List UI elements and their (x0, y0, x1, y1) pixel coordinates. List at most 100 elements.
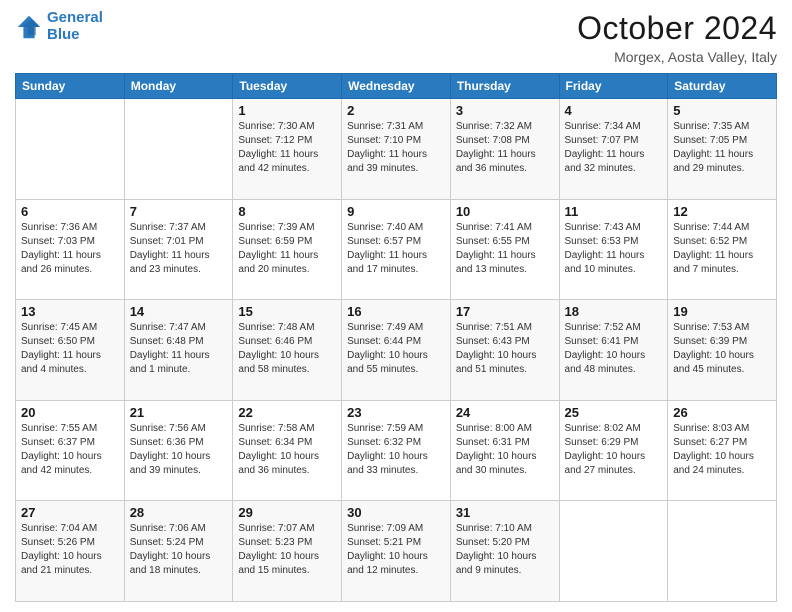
calendar-cell: 15Sunrise: 7:48 AMSunset: 6:46 PMDayligh… (233, 300, 342, 401)
day-info: Sunrise: 7:59 AMSunset: 6:32 PMDaylight:… (347, 422, 445, 478)
day-info: Sunrise: 7:35 AMSunset: 7:05 PMDaylight:… (673, 120, 771, 176)
logo-general: General (47, 9, 103, 26)
day-info: Sunrise: 7:37 AMSunset: 7:01 PMDaylight:… (130, 221, 228, 277)
month-title: October 2024 (577, 10, 777, 47)
day-number: 2 (347, 103, 445, 118)
day-number: 13 (21, 304, 119, 319)
calendar-cell (16, 99, 125, 200)
calendar-cell: 23 Sunrise: 7:59 AMSunset: 6:32 PMDayligh… (342, 400, 451, 501)
calendar-cell: 28 Sunrise: 7:06 AMSunset: 5:24 PMDayligh… (124, 501, 233, 602)
day-number: 31 (456, 505, 554, 520)
day-info: Sunrise: 7:44 AMSunset: 6:52 PMDaylight:… (673, 221, 771, 277)
title-area: October 2024 Morgex, Aosta Valley, Italy (577, 10, 777, 65)
logo-icon (15, 13, 43, 41)
calendar-table: SundayMondayTuesdayWednesdayThursdayFrid… (15, 73, 777, 602)
calendar-header-row: SundayMondayTuesdayWednesdayThursdayFrid… (16, 74, 777, 99)
calendar-cell: 22 Sunrise: 7:58 AMSunset: 6:34 PMDayligh… (233, 400, 342, 501)
day-number: 23 (347, 405, 445, 420)
day-number: 6 (21, 204, 119, 219)
day-info: Sunrise: 7:31 AMSunset: 7:10 PMDaylight:… (347, 120, 445, 176)
calendar-cell (559, 501, 668, 602)
day-info: Sunrise: 7:58 AMSunset: 6:34 PMDaylight:… (238, 422, 336, 478)
header-sunday: Sunday (16, 74, 125, 99)
day-number: 16 (347, 304, 445, 319)
day-info: Sunrise: 7:06 AMSunset: 5:24 PMDaylight:… (130, 522, 228, 578)
calendar-cell: 20Sunrise: 7:55 AMSunset: 6:37 PMDayligh… (16, 400, 125, 501)
location: Morgex, Aosta Valley, Italy (577, 49, 777, 65)
day-info: Sunrise: 7:56 AMSunset: 6:36 PMDaylight:… (130, 422, 228, 478)
calendar-week-2: 13 Sunrise: 7:45 AMSunset: 6:50 PMDayligh… (16, 300, 777, 401)
header: General Blue October 2024 Morgex, Aosta … (15, 10, 777, 65)
calendar-cell (124, 99, 233, 200)
calendar-cell: 18 Sunrise: 7:52 AMSunset: 6:41 PMDayligh… (559, 300, 668, 401)
day-info: Sunrise: 7:52 AMSunset: 6:41 PMDaylight:… (565, 321, 663, 377)
day-info: Sunrise: 7:04 AMSunset: 5:26 PMDaylight:… (21, 522, 119, 578)
header-tuesday: Tuesday (233, 74, 342, 99)
day-number: 19 (673, 304, 771, 319)
calendar-cell: 14 Sunrise: 7:47 AMSunset: 6:48 PMDayligh… (124, 300, 233, 401)
calendar-cell: 12 Sunrise: 7:44 AMSunset: 6:52 PMDayligh… (668, 199, 777, 300)
calendar-cell: 31Sunrise: 7:10 AMSunset: 5:20 PMDayligh… (450, 501, 559, 602)
day-number: 3 (456, 103, 554, 118)
calendar-cell: 4Sunrise: 7:34 AMSunset: 7:07 PMDaylight… (559, 99, 668, 200)
header-saturday: Saturday (668, 74, 777, 99)
calendar-cell: 17 Sunrise: 7:51 AMSunset: 6:43 PMDayligh… (450, 300, 559, 401)
logo-text: General Blue (47, 10, 103, 43)
day-info: Sunrise: 7:53 AMSunset: 6:39 PMDaylight:… (673, 321, 771, 377)
day-number: 24 (456, 405, 554, 420)
day-info: Sunrise: 7:51 AMSunset: 6:43 PMDaylight:… (456, 321, 554, 377)
day-info: Sunrise: 7:45 AMSunset: 6:50 PMDaylight:… (21, 321, 119, 377)
day-number: 22 (238, 405, 336, 420)
logo: General Blue (15, 10, 103, 43)
calendar-cell: 29 Sunrise: 7:07 AMSunset: 5:23 PMDayligh… (233, 501, 342, 602)
day-info: Sunrise: 7:07 AMSunset: 5:23 PMDaylight:… (238, 522, 336, 578)
logo-blue: Blue (47, 26, 80, 43)
day-info: Sunrise: 7:47 AMSunset: 6:48 PMDaylight:… (130, 321, 228, 377)
calendar-week-3: 20Sunrise: 7:55 AMSunset: 6:37 PMDayligh… (16, 400, 777, 501)
calendar-cell: 13 Sunrise: 7:45 AMSunset: 6:50 PMDayligh… (16, 300, 125, 401)
calendar-cell: 11Sunrise: 7:43 AMSunset: 6:53 PMDayligh… (559, 199, 668, 300)
day-number: 4 (565, 103, 663, 118)
day-info: Sunrise: 8:00 AMSunset: 6:31 PMDaylight:… (456, 422, 554, 478)
day-info: Sunrise: 7:36 AMSunset: 7:03 PMDaylight:… (21, 221, 119, 277)
calendar-cell: 26 Sunrise: 8:03 AMSunset: 6:27 PMDayligh… (668, 400, 777, 501)
day-number: 30 (347, 505, 445, 520)
day-number: 18 (565, 304, 663, 319)
day-number: 10 (456, 204, 554, 219)
calendar-cell: 8 Sunrise: 7:39 AMSunset: 6:59 PMDaylight… (233, 199, 342, 300)
day-info: Sunrise: 7:39 AMSunset: 6:59 PMDaylight:… (238, 221, 336, 277)
calendar-cell: 5 Sunrise: 7:35 AMSunset: 7:05 PMDaylight… (668, 99, 777, 200)
day-number: 26 (673, 405, 771, 420)
day-info: Sunrise: 7:32 AMSunset: 7:08 PMDaylight:… (456, 120, 554, 176)
day-number: 28 (130, 505, 228, 520)
day-number: 8 (238, 204, 336, 219)
day-number: 17 (456, 304, 554, 319)
calendar-week-1: 6 Sunrise: 7:36 AMSunset: 7:03 PMDaylight… (16, 199, 777, 300)
day-info: Sunrise: 7:30 AMSunset: 7:12 PMDaylight:… (238, 120, 336, 176)
day-number: 25 (565, 405, 663, 420)
calendar-cell: 25Sunrise: 8:02 AMSunset: 6:29 PMDayligh… (559, 400, 668, 501)
day-number: 27 (21, 505, 119, 520)
header-monday: Monday (124, 74, 233, 99)
day-info: Sunrise: 7:09 AMSunset: 5:21 PMDaylight:… (347, 522, 445, 578)
calendar-cell: 30 Sunrise: 7:09 AMSunset: 5:21 PMDayligh… (342, 501, 451, 602)
calendar-page: General Blue October 2024 Morgex, Aosta … (0, 0, 792, 612)
calendar-cell: 9Sunrise: 7:40 AMSunset: 6:57 PMDaylight… (342, 199, 451, 300)
day-number: 21 (130, 405, 228, 420)
day-info: Sunrise: 8:03 AMSunset: 6:27 PMDaylight:… (673, 422, 771, 478)
day-number: 7 (130, 204, 228, 219)
day-number: 29 (238, 505, 336, 520)
calendar-week-0: 1 Sunrise: 7:30 AMSunset: 7:12 PMDaylight… (16, 99, 777, 200)
header-thursday: Thursday (450, 74, 559, 99)
day-number: 14 (130, 304, 228, 319)
day-number: 5 (673, 103, 771, 118)
calendar-cell (668, 501, 777, 602)
day-number: 12 (673, 204, 771, 219)
calendar-cell: 3 Sunrise: 7:32 AMSunset: 7:08 PMDaylight… (450, 99, 559, 200)
calendar-cell: 1 Sunrise: 7:30 AMSunset: 7:12 PMDaylight… (233, 99, 342, 200)
calendar-cell: 27 Sunrise: 7:04 AMSunset: 5:26 PMDayligh… (16, 501, 125, 602)
day-number: 11 (565, 204, 663, 219)
day-number: 9 (347, 204, 445, 219)
day-info: Sunrise: 7:55 AMSunset: 6:37 PMDaylight:… (21, 422, 119, 478)
day-number: 1 (238, 103, 336, 118)
